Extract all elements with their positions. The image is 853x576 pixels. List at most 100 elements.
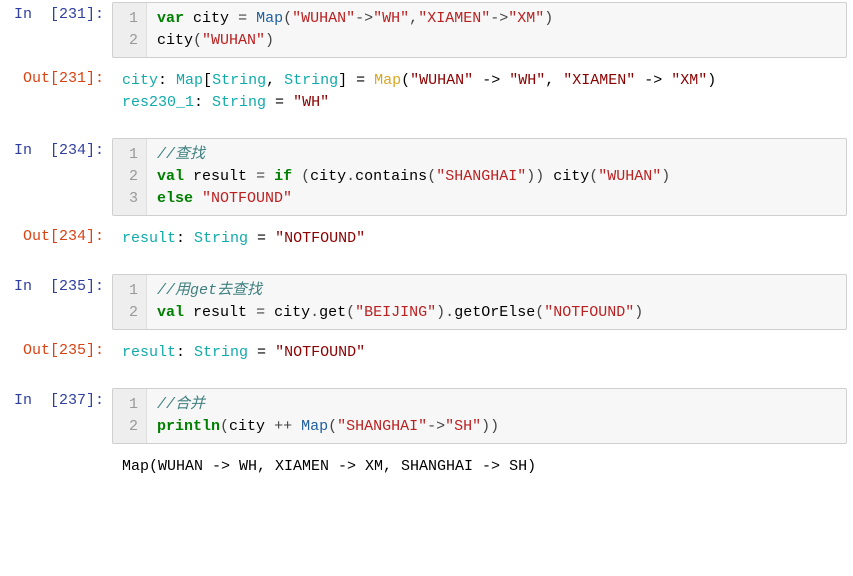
code-token: contains <box>355 168 427 185</box>
output-cell: Out[231]:city: Map[String, String] = Map… <box>0 64 853 120</box>
code-token <box>265 418 274 435</box>
code-token <box>265 304 274 321</box>
code-body[interactable]: //合并println(city ++ Map("SHANGHAI"->"SH"… <box>147 389 846 443</box>
code-token: "SH" <box>445 418 481 435</box>
code-token <box>247 10 256 27</box>
code-token: get <box>319 304 346 321</box>
line-number: 1 <box>121 394 138 416</box>
code-token: Map <box>374 72 401 89</box>
code-token: "WUHAN" <box>292 10 355 27</box>
code-token: if <box>274 168 292 185</box>
code-token: "WUHAN" <box>202 32 265 49</box>
code-token: city <box>229 418 265 435</box>
code-token: "XM" <box>671 72 707 89</box>
code-token: ( <box>193 32 202 49</box>
code-token: String <box>212 72 266 89</box>
code-token: ) <box>265 32 274 49</box>
execute-result: city: Map[String, String] = Map("WUHAN" … <box>112 64 853 120</box>
code-token: city <box>193 10 229 27</box>
code-token: "XIAMEN" <box>563 72 635 89</box>
cell-spacer <box>0 256 853 272</box>
code-token: . <box>310 304 319 321</box>
code-token: city <box>122 72 158 89</box>
code-line: city("WUHAN") <box>157 30 836 52</box>
code-token <box>184 10 193 27</box>
cell-spacer <box>0 484 853 500</box>
code-token: = <box>248 230 275 247</box>
line-number: 3 <box>121 188 138 210</box>
code-token: result <box>122 344 176 361</box>
code-token: ( <box>328 418 337 435</box>
input-cell: In [231]:12var city = Map("WUHAN"->"WH",… <box>0 0 853 60</box>
code-token: = <box>266 94 293 111</box>
code-token: "XM" <box>508 10 544 27</box>
code-token: getOrElse <box>454 304 535 321</box>
code-token <box>184 168 193 185</box>
line-number: 2 <box>121 302 138 324</box>
code-token: , <box>545 72 563 89</box>
code-token: println <box>157 418 220 435</box>
code-token: Map(WUHAN -> WH, XIAMEN -> XM, SHANGHAI … <box>122 458 536 475</box>
code-input-area[interactable]: 12var city = Map("WUHAN"->"WH","XIAMEN"-… <box>112 2 847 58</box>
notebook-container: In [231]:12var city = Map("WUHAN"->"WH",… <box>0 0 853 500</box>
code-token: , <box>409 10 418 27</box>
code-token: -> <box>427 418 445 435</box>
cell-spacer <box>0 120 853 136</box>
code-token: : <box>158 72 176 89</box>
code-token: = <box>256 168 265 185</box>
code-token: ( <box>283 10 292 27</box>
code-token: ++ <box>274 418 292 435</box>
code-token: "BEIJING" <box>355 304 436 321</box>
code-token <box>292 168 301 185</box>
code-token: val <box>157 168 184 185</box>
code-line: val result = city.get("BEIJING").getOrEl… <box>157 302 836 324</box>
code-line: else "NOTFOUND" <box>157 188 836 210</box>
stdout-text: Map(WUHAN -> WH, XIAMEN -> XM, SHANGHAI … <box>112 450 853 484</box>
code-token <box>292 418 301 435</box>
code-token: ( <box>535 304 544 321</box>
code-input-area[interactable]: 123//查找val result = if (city.contains("S… <box>112 138 847 216</box>
out-prompt: Out[235]: <box>0 336 112 365</box>
code-token: "SHANGHAI" <box>337 418 427 435</box>
line-number: 2 <box>121 166 138 188</box>
output-cell: Out[235]: result: String = "NOTFOUND" <box>0 336 853 370</box>
code-token: //查找 <box>157 146 205 163</box>
code-body[interactable]: //用get去查找val result = city.get("BEIJING"… <box>147 275 846 329</box>
code-token <box>544 168 553 185</box>
output-line: result: String = "NOTFOUND" <box>122 342 843 364</box>
code-token: )) <box>481 418 499 435</box>
code-token: "WUHAN" <box>410 72 473 89</box>
code-token: ( <box>220 418 229 435</box>
code-token: Map <box>256 10 283 27</box>
code-input-area[interactable]: 12 //合并println(city ++ Map("SHANGHAI"->"S… <box>112 388 847 444</box>
line-number: 1 <box>121 280 138 302</box>
code-line: //查找 <box>157 144 836 166</box>
code-token: else <box>157 190 193 207</box>
code-token: result <box>193 304 247 321</box>
code-token: String <box>194 344 248 361</box>
code-token: -> <box>635 72 671 89</box>
line-number: 2 <box>121 416 138 438</box>
code-token: ( <box>589 168 598 185</box>
code-token: = <box>248 344 275 361</box>
code-line: println(city ++ Map("SHANGHAI"->"SH")) <box>157 416 836 438</box>
in-prompt: In [231]: <box>0 0 112 29</box>
code-body[interactable]: var city = Map("WUHAN"->"WH","XIAMEN"->"… <box>147 3 846 57</box>
code-input-area[interactable]: 12//用get去查找val result = city.get("BEIJIN… <box>112 274 847 330</box>
line-number: 1 <box>121 144 138 166</box>
execute-result: result: String = "NOTFOUND" <box>112 222 853 256</box>
code-token <box>193 190 202 207</box>
code-token: res230_1 <box>122 94 194 111</box>
in-prompt: In [235]: <box>0 272 112 301</box>
code-token: : <box>194 94 212 111</box>
line-number: 2 <box>121 30 138 52</box>
output-cell: Out[234]:result: String = "NOTFOUND" <box>0 222 853 256</box>
code-token: )) <box>526 168 544 185</box>
code-body[interactable]: //查找val result = if (city.contains("SHAN… <box>147 139 846 215</box>
code-token: ) <box>634 304 643 321</box>
output-line: result: String = "NOTFOUND" <box>122 228 843 250</box>
output-line: city: Map[String, String] = Map("WUHAN" … <box>122 70 843 92</box>
line-number-gutter: 12 <box>113 3 147 57</box>
code-token: ) <box>544 10 553 27</box>
code-token: : <box>176 344 194 361</box>
